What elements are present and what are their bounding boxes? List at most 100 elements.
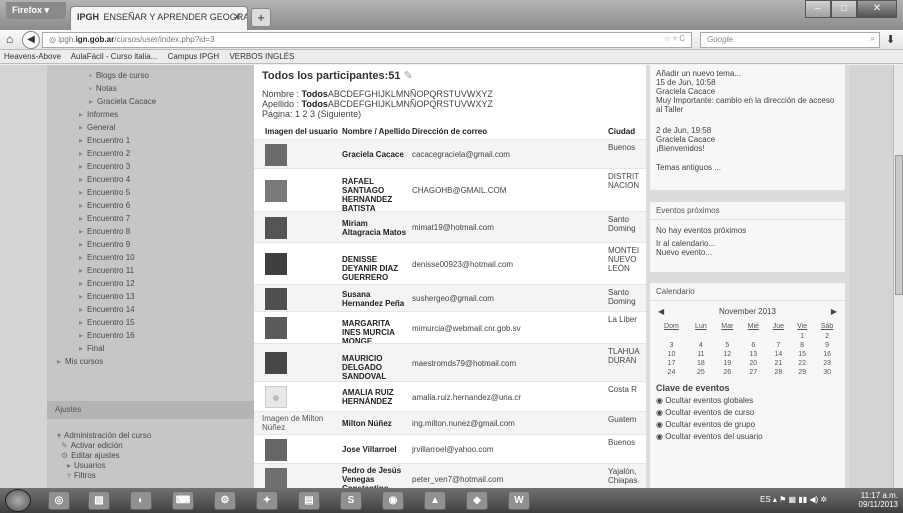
clock[interactable]: 11:17 a.m. 09/11/2013 [848, 491, 898, 509]
url-bar[interactable]: ◎ ipgh.ign.gob.ar/cursos/user/index.php?… [42, 32, 692, 48]
user-email-link[interactable]: maestromds79@hotmail.com [412, 359, 516, 368]
nombre-todos-link[interactable]: Todos [302, 89, 328, 99]
sidebar-item[interactable]: ▸ Encuentro 16 [79, 331, 135, 340]
user-email-link[interactable]: peter_ven7@hotmail.com [412, 475, 503, 484]
globe-app-icon[interactable]: ◉ [382, 491, 404, 510]
sidebar-item[interactable]: ▸ Encuentro 5 [79, 188, 130, 197]
sidebar-item[interactable]: ▸ Encuentro 7 [79, 214, 130, 223]
tool-icon[interactable]: ⚙ [214, 491, 236, 510]
go-calendar-link[interactable]: Ir al calendario... [656, 239, 839, 248]
calendar-day[interactable]: 16 [813, 350, 841, 359]
sidebar-item[interactable]: ▸ Encuentro 10 [79, 253, 135, 262]
admin-item[interactable]: ▾ Administración del curso [57, 431, 151, 440]
calendar-day[interactable]: 27 [741, 368, 766, 377]
sidebar-item[interactable]: ▸ Final [79, 344, 104, 353]
edit-icon[interactable]: ✎ [404, 70, 413, 82]
calendar-day[interactable]: 15 [791, 350, 813, 359]
user-name-link[interactable]: MAURICIO DELGADO SANDOVAL [342, 354, 408, 381]
back-button[interactable]: ◀ [22, 31, 40, 49]
calendar-day[interactable]: 21 [766, 359, 791, 368]
bookmark-campus-ipgh[interactable]: Campus IPGH [168, 52, 220, 61]
sidebar-item[interactable]: ▸ Encuentro 14 [79, 305, 135, 314]
sidebar-item[interactable]: ▪ Notas [89, 84, 117, 93]
media-icon[interactable]: ◐ [130, 491, 152, 510]
calendar-day[interactable]: 7 [766, 341, 791, 350]
new-tab-button[interactable]: + [251, 8, 271, 27]
calendar-day[interactable]: 13 [741, 350, 766, 359]
app-icon[interactable]: ▨ [88, 491, 110, 510]
next-month-icon[interactable]: ▶ [831, 307, 837, 316]
sidebar-item[interactable]: ▸ Encuentro 4 [79, 175, 130, 184]
url-controls[interactable]: ☆ ▿ C [664, 34, 685, 43]
bookmark-verbos-ingles[interactable]: VERBOS INGLÉS [229, 52, 294, 61]
user-email-link[interactable]: sushergeo@gmail.com [412, 294, 494, 303]
user-avatar[interactable] [265, 143, 287, 166]
download-icon[interactable]: ⬇ [886, 33, 895, 46]
skype-icon[interactable]: S [340, 491, 362, 510]
calendar-day[interactable]: 8 [791, 341, 813, 350]
user-email-link[interactable]: ing.milton.nunez@gmail.com [412, 419, 515, 428]
calendar-day[interactable]: 10 [655, 350, 688, 359]
calendar-day[interactable]: 4 [688, 341, 714, 350]
start-button[interactable] [5, 489, 31, 512]
nombre-letter-links[interactable]: ABCDEFGHIJKLMNÑOPQRSTUVWXYZ [328, 89, 493, 99]
word-icon[interactable]: W [508, 491, 530, 510]
calendar-day[interactable]: 28 [766, 368, 791, 377]
user-email-link[interactable]: cacacegraciela@gmail.com [412, 150, 510, 159]
sidebar-item[interactable]: ▸ Encuentro 13 [79, 292, 135, 301]
admin-item[interactable]: ▿ Filtros [67, 471, 96, 480]
close-tab-icon[interactable]: ✕ [233, 12, 241, 23]
sidebar-item[interactable]: ▸ Encuentro 1 [79, 136, 130, 145]
calendar-day[interactable]: 17 [655, 359, 688, 368]
old-topics-link[interactable]: Temas antiguos ... [656, 163, 839, 172]
user-email-link[interactable]: amalia.ruiz.hernandez@una.cr [412, 393, 521, 402]
sidebar-item[interactable]: ▸ Graciela Cacace [89, 97, 156, 106]
search-icon[interactable]: ⌕ [871, 34, 875, 44]
col-city[interactable]: Ciudad [608, 127, 635, 136]
user-name-link[interactable]: MARGARITA INES MURCIA MONGE [342, 319, 408, 346]
user-avatar[interactable] [265, 287, 287, 310]
user-avatar[interactable] [265, 317, 287, 339]
user-email-link[interactable]: denisse00923@hotmail.com [412, 260, 513, 269]
user-avatar[interactable] [265, 179, 287, 202]
sidebar-item[interactable]: ▸ Encuentro 3 [79, 162, 130, 171]
admin-item[interactable]: ▸ Usuarios [67, 461, 106, 470]
apellido-letter-links[interactable]: ABCDEFGHIJKLMNÑOPQRSTUVWXYZ [328, 99, 493, 109]
add-topic-link[interactable]: Añadir un nuevo tema... [656, 69, 839, 78]
sidebar-item[interactable]: ▸ Encuentro 8 [79, 227, 130, 236]
language-indicator[interactable]: ES [760, 495, 771, 504]
calendar-day[interactable]: 12 [714, 350, 741, 359]
calendar-day[interactable]: 22 [791, 359, 813, 368]
user-name-link[interactable]: Jose Villarroel [342, 445, 408, 454]
sidebar-item[interactable]: ▸ Encuentro 11 [79, 266, 134, 275]
sidebar-item[interactable]: ▸ Encuentro 6 [79, 201, 130, 210]
post1-text[interactable]: Muy Importante: cambio en la dirección d… [656, 96, 839, 114]
photo-app-icon[interactable]: ✦ [256, 491, 278, 510]
calendar-day[interactable]: 19 [714, 359, 741, 368]
user-name-link[interactable]: RAFAEL SANTIAGO HERNANDEZ BATISTA [342, 177, 408, 213]
minimize-button[interactable]: – [805, 0, 831, 18]
keyboard-icon[interactable]: ⌨ [172, 491, 194, 510]
firefox-menu-button[interactable]: Firefox ▾ [6, 2, 66, 19]
col-user-image[interactable]: Imagen del usuario [265, 127, 338, 136]
bookmark-heavens-above[interactable]: Heavens-Above [4, 52, 61, 61]
user-avatar[interactable] [265, 468, 287, 488]
col-name[interactable]: Nombre / Apellido [342, 127, 410, 136]
sidebar-item[interactable]: ▸ Encuentro 2 [79, 149, 130, 158]
user-name-link[interactable]: Susana Hernandez Peña [342, 290, 408, 308]
calendar-day[interactable]: 29 [791, 368, 813, 377]
user-email-link[interactable]: mimat19@hotmail.com [412, 223, 494, 232]
calendar-day[interactable]: 25 [688, 368, 714, 377]
browser-tab[interactable]: IPGH ENSEÑAR Y APRENDER GEOGRAFIA: Par..… [70, 6, 248, 30]
calendar-day[interactable]: 1 [791, 332, 813, 341]
sidebar-item[interactable]: ▸ General [79, 123, 115, 132]
calendar-day[interactable]: 24 [655, 368, 688, 377]
admin-item[interactable]: ⚙ Editar ajustes [61, 451, 120, 460]
calendar-day[interactable]: 11 [688, 350, 714, 359]
user-name-link[interactable]: Milton Núñez [342, 419, 408, 428]
calendar-day[interactable]: 18 [688, 359, 714, 368]
calendar-day[interactable]: 20 [741, 359, 766, 368]
sidebar-item[interactable]: ▸ Encuentro 9 [79, 240, 130, 249]
calendar-day[interactable]: 30 [813, 368, 841, 377]
sidebar-item[interactable]: ▪ Blogs de curso [89, 71, 149, 80]
